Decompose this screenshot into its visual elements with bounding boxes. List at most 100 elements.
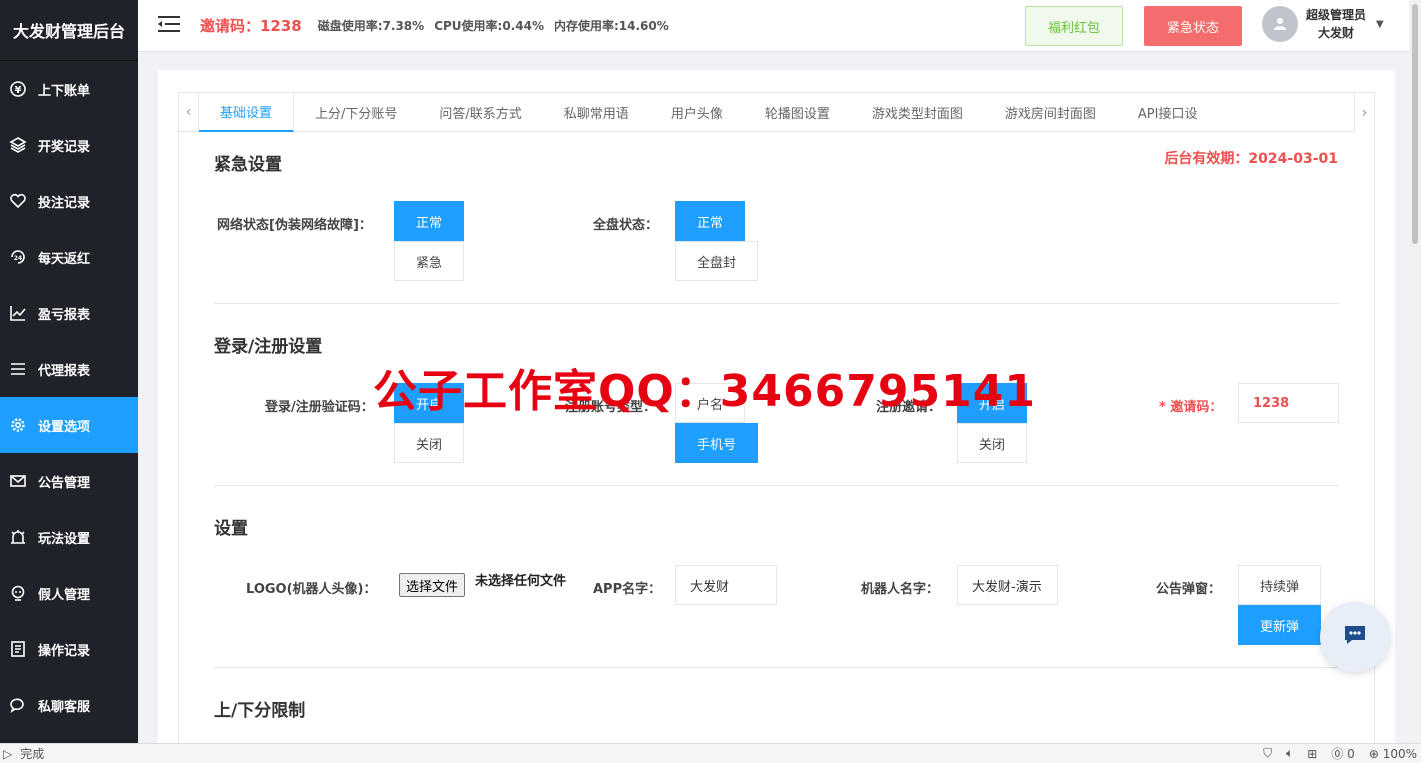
scrollbar-thumb[interactable]: [1412, 4, 1418, 244]
user-role: 超级管理员: [1306, 8, 1367, 22]
sidebar-item-10[interactable]: 操作记录: [0, 621, 138, 677]
gear-icon: [9, 416, 27, 434]
popup-continuous-option[interactable]: 持续弹: [1238, 565, 1321, 605]
sidebar-item-0[interactable]: ¥ 上下账单: [0, 61, 138, 117]
captcha-label: 登录/注册验证码：: [265, 400, 374, 415]
zoom-icon[interactable]: ⊕ 100%: [1369, 747, 1417, 761]
welfare-redpacket-button[interactable]: 福利红包: [1025, 6, 1123, 46]
sidebar-item-label: 私聊客服: [38, 699, 91, 715]
sidebar-item-label: 投注记录: [38, 195, 91, 211]
bot-icon: [9, 584, 27, 602]
layers-icon: [9, 136, 27, 154]
user-menu[interactable]: 超级管理员 大发财 ▼: [1262, 6, 1384, 42]
coin-icon: ¥: [9, 80, 27, 98]
chat-float-button[interactable]: [1320, 602, 1390, 672]
tab-1[interactable]: 上分/下分账号: [294, 93, 418, 132]
sidebar-item-9[interactable]: 假人管理: [0, 565, 138, 621]
speaker-icon[interactable]: 🔈︎: [1286, 746, 1293, 761]
line-chart-icon: [9, 304, 27, 322]
sidebar-item-1[interactable]: 开奖记录: [0, 117, 138, 173]
tab-8[interactable]: API接口设: [1117, 93, 1219, 132]
adblock-icon[interactable]: ⓪ 0: [1331, 745, 1354, 762]
board-status-label: 全盘状态：: [593, 218, 659, 233]
app-name-input[interactable]: 大发财: [675, 565, 777, 605]
sidebar-item-2[interactable]: 投注记录: [0, 173, 138, 229]
adblock-count: 0: [1347, 747, 1355, 761]
tab-2[interactable]: 问答/联系方式: [418, 93, 542, 132]
tab-7[interactable]: 游戏房间封面图: [984, 93, 1117, 132]
emergency-status-button[interactable]: 紧急状态: [1144, 6, 1242, 46]
divider: [214, 667, 1339, 668]
chat-icon: [1343, 623, 1367, 651]
download-icon[interactable]: ⊞: [1307, 747, 1317, 761]
captcha-off-option[interactable]: 关闭: [394, 423, 464, 463]
log-icon: [9, 640, 27, 658]
status-text: 完成: [20, 747, 45, 761]
tab-next-icon[interactable]: ›: [1354, 93, 1374, 132]
sidebar-item-label: 盈亏报表: [38, 307, 91, 323]
memory-usage: 内存使用率:14.60%: [553, 19, 669, 33]
tab-prev-icon[interactable]: ‹: [179, 93, 199, 132]
sidebar-item-7[interactable]: 公告管理: [0, 453, 138, 509]
section-settings-title: 设置: [214, 519, 248, 539]
zoom-level: 100%: [1382, 746, 1417, 761]
sidebar-item-8[interactable]: 玩法设置: [0, 509, 138, 565]
page-scrollbar[interactable]: [1409, 0, 1421, 743]
robot-name-label: 机器人名字：: [861, 582, 940, 597]
topbar: 邀请码：1238 磁盘使用率:7.38% CPU使用率:0.44% 内存使用率:…: [138, 0, 1421, 52]
menu-toggle-icon[interactable]: [158, 15, 180, 37]
chat-icon: [9, 696, 27, 714]
sidebar-item-label: 代理报表: [38, 363, 91, 379]
user-name: 大发财: [1318, 26, 1355, 40]
tab-0[interactable]: 基础设置: [199, 93, 295, 132]
board-normal-option[interactable]: 正常: [675, 201, 745, 241]
sidebar-item-11[interactable]: 私聊客服: [0, 677, 138, 733]
sidebar: 大发财管理后台 ¥ 上下账单开奖记录投注记录 24 每天返红盈亏报表代理报表设置选项公…: [0, 0, 138, 743]
brand-title: 大发财管理后台: [0, 0, 138, 61]
network-status-label: 网络状态[伪装网络故障]：: [217, 218, 372, 233]
invite-code-label: * 邀请码：: [1159, 400, 1223, 415]
disk-usage: 磁盘使用率:7.38%: [317, 19, 425, 33]
divider: [214, 485, 1339, 486]
tab-5[interactable]: 轮播图设置: [744, 93, 851, 132]
register-invite-off-option[interactable]: 关闭: [957, 423, 1027, 463]
header-invite-code: 邀请码：1238: [200, 17, 302, 35]
sidebar-item-6[interactable]: 设置选项: [0, 397, 138, 453]
section-login-title: 登录/注册设置: [214, 337, 323, 357]
app-name-label: APP名字：: [593, 582, 662, 597]
account-phone-option[interactable]: 手机号: [675, 423, 758, 463]
network-normal-option[interactable]: 正常: [394, 201, 464, 241]
mail-icon: [9, 472, 27, 490]
expire-date: 后台有效期：2024-03-01: [1164, 151, 1338, 167]
watermark-text: 公子工作室QQ：3466795141: [373, 366, 1036, 417]
sidebar-item-label: 设置选项: [38, 419, 91, 435]
invite-code-input[interactable]: 1238: [1238, 383, 1339, 423]
divider: [214, 303, 1339, 304]
sidebar-item-label: 公告管理: [38, 475, 91, 491]
svg-text:24: 24: [14, 255, 22, 262]
sidebar-item-label: 操作记录: [38, 643, 91, 659]
heart-icon: [9, 192, 27, 210]
sidebar-item-label: 上下账单: [38, 83, 91, 99]
24h-icon: 24: [9, 248, 27, 266]
tab-3[interactable]: 私聊常用语: [543, 93, 650, 132]
sidebar-item-3[interactable]: 24 每天返红: [0, 229, 138, 285]
board-block-option[interactable]: 全盘封: [675, 241, 758, 281]
robot-name-input[interactable]: 大发财-演示: [957, 565, 1058, 605]
sidebar-item-5[interactable]: 代理报表: [0, 341, 138, 397]
chevron-down-icon[interactable]: ▼: [1376, 19, 1384, 30]
sidebar-item-4[interactable]: 盈亏报表: [0, 285, 138, 341]
sidebar-menu: ¥ 上下账单开奖记录投注记录 24 每天返红盈亏报表代理报表设置选项公告管理玩法设置假…: [0, 61, 138, 733]
tab-list: 基础设置 上分/下分账号 问答/联系方式 私聊常用语 用户头像 轮播图设置 游戏类型封面图游…: [199, 93, 1218, 132]
shield-icon[interactable]: ⛉: [1263, 746, 1272, 761]
tab-4[interactable]: 用户头像: [650, 93, 744, 132]
network-emergency-option[interactable]: 紧急: [394, 241, 464, 281]
popup-update-option[interactable]: 更新弹: [1238, 605, 1321, 645]
section-emergency-title: 紧急设置: [214, 155, 282, 175]
choose-file-button[interactable]: 选择文件: [399, 573, 466, 597]
sidebar-item-label: 假人管理: [38, 587, 91, 603]
tab-bar: ‹ 基础设置 上分/下分账号 问答/联系方式 私聊常用语 用户头像 轮播图设置 游戏类型封面…: [179, 93, 1374, 132]
tab-6[interactable]: 游戏类型封面图: [851, 93, 984, 132]
avatar[interactable]: [1262, 6, 1298, 42]
file-status: 未选择任何文件: [475, 574, 567, 589]
